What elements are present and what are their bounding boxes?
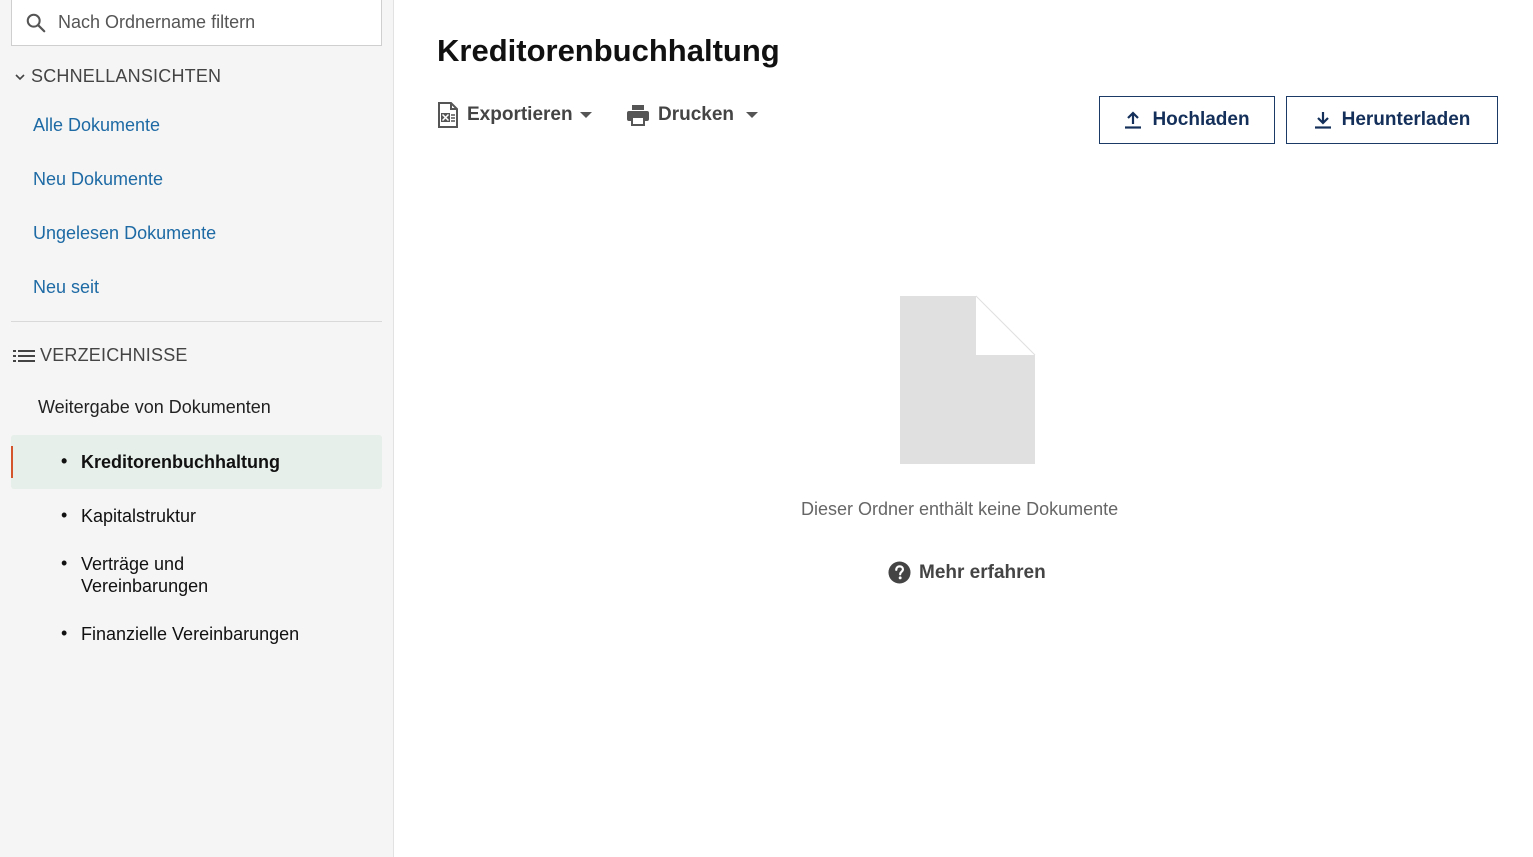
empty-state-message: Dieser Ordner enthält keine Dokumente	[801, 499, 1119, 519]
page-title: Kreditorenbuchhaltung	[437, 33, 780, 68]
download-label: Herunterladen	[1341, 109, 1471, 130]
download-button[interactable]: Herunterladen	[1286, 96, 1498, 144]
search-icon	[26, 13, 46, 32]
empty-document-icon	[900, 295, 1036, 464]
upload-label: Hochladen	[1152, 109, 1250, 130]
quick-link-new-since[interactable]: Neu seit	[33, 277, 99, 298]
folder-label: Finanzielle Vereinbarungen	[81, 624, 300, 644]
learn-more-label: Mehr erfahren	[919, 561, 1046, 583]
directories-title: VERZEICHNISSE	[40, 345, 188, 365]
folder-item-accounts-payable[interactable]: • Kreditorenbuchhaltung	[11, 435, 382, 489]
folder-label: Verträge und Vereinbarungen	[81, 554, 209, 596]
print-label: Drucken	[658, 104, 735, 125]
learn-more-link[interactable]: Mehr erfahren	[888, 561, 1046, 584]
print-menu[interactable]: Drucken	[626, 101, 759, 129]
export-label: Exportieren	[467, 104, 573, 125]
bullet: •	[61, 505, 68, 525]
list-icon	[13, 349, 35, 362]
bullet: •	[61, 553, 68, 573]
bullet: •	[61, 451, 68, 471]
quick-link-all[interactable]: Alle Dokumente	[33, 115, 160, 136]
caret-down-icon	[579, 112, 592, 118]
caret-down-icon	[746, 112, 759, 118]
upload-icon	[1125, 111, 1142, 129]
export-menu[interactable]: Exportieren	[437, 101, 592, 129]
folder-item-financial-agreements[interactable]: • Finanzielle Vereinbarungen	[11, 623, 382, 647]
quick-views-header[interactable]: SCHNELLANSICHTEN	[14, 66, 221, 87]
chevron-down-icon	[15, 73, 25, 80]
app-window: SCHNELLANSICHTEN Alle Dokumente Neu Doku…	[0, 0, 1533, 857]
sidebar: SCHNELLANSICHTEN Alle Dokumente Neu Doku…	[0, 0, 394, 857]
download-icon	[1314, 112, 1331, 129]
printer-icon	[627, 105, 649, 126]
excel-file-icon	[438, 102, 458, 128]
folder-filter-input[interactable]	[58, 7, 358, 38]
help-icon	[888, 561, 911, 584]
quick-views-title: SCHNELLANSICHTEN	[31, 66, 222, 86]
quick-link-new[interactable]: Neu Dokumente	[33, 169, 163, 190]
sidebar-divider	[11, 321, 382, 322]
bullet: •	[61, 623, 68, 643]
quick-link-unread[interactable]: Ungelesen Dokumente	[33, 223, 216, 244]
folder-label: Kreditorenbuchhaltung	[81, 452, 280, 472]
folder-label: Kapitalstruktur	[81, 506, 197, 526]
folder-item-contracts[interactable]: • Verträge und Vereinbarungen	[11, 553, 382, 599]
tree-root-document-sharing[interactable]: Weitergabe von Dokumenten	[38, 397, 271, 418]
directories-header: VERZEICHNISSE	[13, 345, 188, 366]
folder-item-capital-structure[interactable]: • Kapitalstruktur	[11, 505, 382, 529]
upload-button[interactable]: Hochladen	[1099, 96, 1275, 144]
folder-filter[interactable]	[11, 0, 382, 46]
